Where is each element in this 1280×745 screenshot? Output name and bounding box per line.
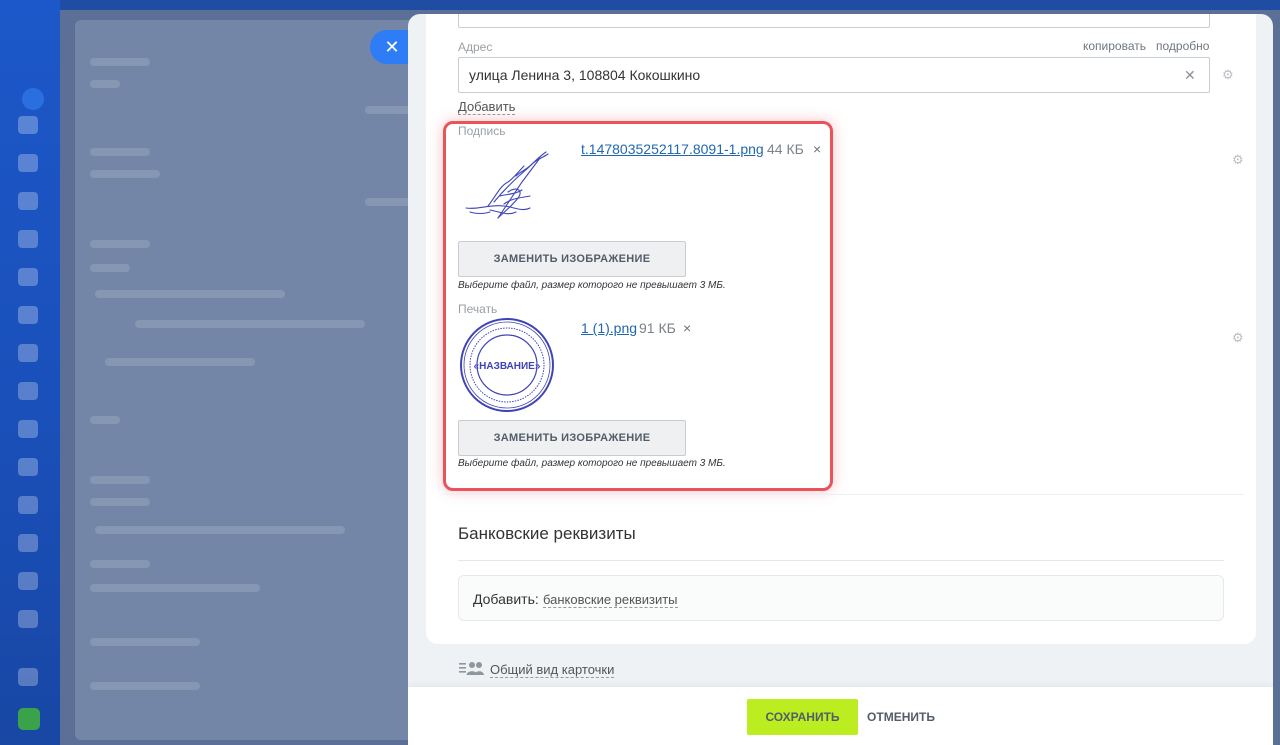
- stamp-hint: Выберите файл, размер которого не превыш…: [458, 458, 726, 469]
- signature-settings-gear-icon[interactable]: ⚙: [1232, 152, 1244, 168]
- close-icon: ✕: [384, 36, 400, 57]
- stamp-label: Печать: [458, 302, 498, 316]
- signature-hint: Выберите файл, размер которого не превыш…: [458, 280, 726, 291]
- background-icon: [18, 610, 38, 628]
- address-label: Адрес: [458, 40, 493, 54]
- stamp-file-size: 91 КБ: [639, 320, 676, 336]
- background-icon: [18, 458, 38, 476]
- background-icon: [18, 268, 38, 286]
- replace-stamp-button[interactable]: ЗАМЕНИТЬ ИЗОБРАЖЕНИЕ: [458, 420, 686, 456]
- background-avatar: [22, 88, 44, 110]
- background-icon: [18, 306, 38, 324]
- stamp-settings-gear-icon[interactable]: ⚙: [1232, 330, 1244, 346]
- background-icon: [18, 496, 38, 514]
- background-icon: [18, 192, 38, 210]
- background-icon: [18, 154, 38, 172]
- background-icon: [18, 382, 38, 400]
- bank-add-box: Добавить: банковские реквизиты: [458, 575, 1224, 621]
- background-sidebar: [0, 0, 60, 745]
- section-divider: [444, 494, 1244, 495]
- bank-add-label: Добавить:: [473, 591, 539, 607]
- background-icon: [18, 534, 38, 552]
- address-settings-gear-icon[interactable]: ⚙: [1222, 67, 1234, 83]
- background-icon: [18, 668, 38, 686]
- background-icon: [18, 344, 38, 362]
- add-bank-requisites-link[interactable]: банковские реквизиты: [543, 592, 678, 608]
- signature-image: [465, 151, 549, 219]
- background-icon: [18, 116, 38, 134]
- background-green-icon: [18, 708, 40, 730]
- background-icon: [18, 572, 38, 590]
- card-general-view-link[interactable]: Общий вид карточки: [490, 662, 615, 678]
- replace-signature-button[interactable]: ЗАМЕНИТЬ ИЗОБРАЖЕНИЕ: [458, 241, 686, 277]
- add-address-link[interactable]: Добавить: [458, 99, 516, 115]
- remove-signature-icon[interactable]: ×: [813, 141, 821, 157]
- save-button[interactable]: СОХРАНИТЬ: [747, 699, 858, 735]
- previous-field-input[interactable]: [458, 14, 1210, 28]
- address-details-link[interactable]: подробно: [1156, 39, 1209, 53]
- remove-stamp-icon[interactable]: ×: [683, 320, 691, 336]
- address-input[interactable]: улица Ленина 3, 108804 Кокошкино: [458, 57, 1210, 93]
- requisites-card: Адрес копировать подробно улица Ленина 3…: [426, 14, 1256, 644]
- stamp-file-link[interactable]: 1 (1).png: [581, 320, 637, 336]
- requisites-slider: Адрес копировать подробно улица Ленина 3…: [408, 14, 1273, 745]
- clear-address-icon[interactable]: ✕: [1184, 67, 1196, 84]
- signature-file-size: 44 КБ: [767, 141, 804, 157]
- stamp-image-text: «НАЗВАНИЕ»: [474, 361, 541, 372]
- background-icon: [18, 420, 38, 438]
- slider-footer: СОХРАНИТЬ ОТМЕНИТЬ: [408, 687, 1273, 745]
- stamp-image: «НАЗВАНИЕ»: [460, 318, 554, 412]
- bank-section-title: Банковские реквизиты: [458, 524, 636, 543]
- copy-address-link[interactable]: копировать: [1083, 39, 1146, 53]
- cancel-button[interactable]: ОТМЕНИТЬ: [866, 699, 936, 735]
- signature-file-link[interactable]: t.1478035252117.8091-1.png: [581, 141, 764, 157]
- signature-label: Подпись: [458, 124, 506, 138]
- background-icon: [18, 230, 38, 248]
- bank-section-line: [458, 560, 1224, 561]
- card-view-icon: [459, 662, 484, 675]
